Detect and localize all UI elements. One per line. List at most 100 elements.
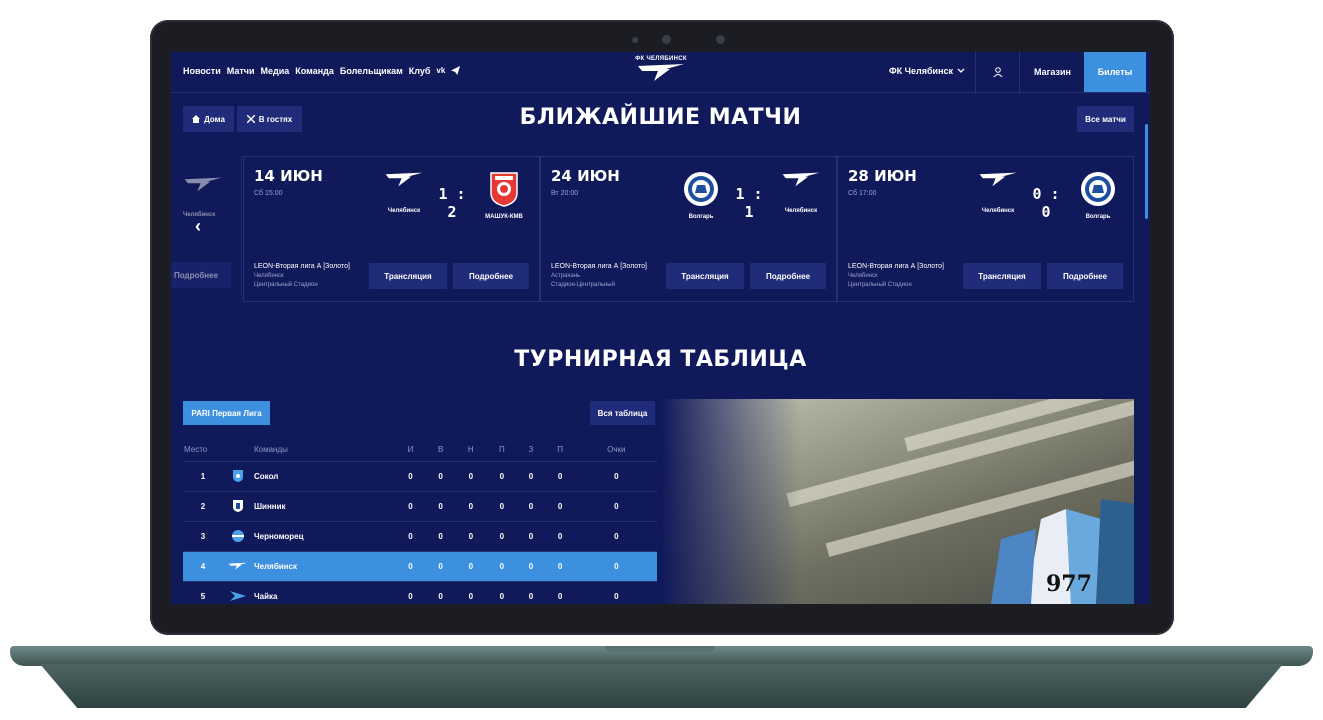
league-name: LEON-Вторая лига А [Золото]: [254, 263, 350, 270]
all-table-button[interactable]: Вся таблица: [590, 401, 655, 425]
user-button[interactable]: [975, 52, 1020, 92]
stat-cell: 0: [544, 551, 576, 582]
table-row[interactable]: 1 Сокол 0 0 0 0 0 0 0: [183, 461, 657, 492]
laptop-notch: [605, 646, 715, 652]
table-header-row: Место Команды И В Н П З П Очки: [183, 437, 657, 462]
stat-cell: 0: [575, 461, 657, 492]
col-conceded: П: [557, 444, 563, 454]
row-place: 1: [183, 461, 223, 492]
match-time: Сб 15:00: [254, 190, 283, 197]
scrollbar-thumb[interactable]: [1145, 124, 1148, 219]
club-select-label: ФК Челябинск: [889, 66, 954, 76]
camera-lens-icon: [662, 35, 671, 44]
mashuk-logo-icon: [490, 172, 518, 207]
stat-cell: 0: [517, 521, 545, 552]
nav-media[interactable]: Медиа: [261, 66, 290, 77]
chevron-down-icon: [957, 68, 965, 73]
stat-cell: 0: [455, 521, 487, 552]
club-select[interactable]: ФК Челябинск: [889, 66, 965, 76]
photo-fade: [661, 399, 801, 604]
team-b: Волгарь: [1063, 171, 1133, 220]
tickets-button[interactable]: Билеты: [1084, 52, 1146, 92]
nav-fans[interactable]: Болельщикам: [340, 66, 403, 77]
shop-button[interactable]: Магазин: [1019, 52, 1085, 92]
stat-cell: 0: [455, 461, 487, 492]
stat-cell: 0: [486, 551, 518, 582]
match-city: Астрахань: [551, 273, 581, 279]
match-stadium: Центральный Стадион: [848, 282, 912, 288]
nav-matches[interactable]: Матчи: [227, 66, 255, 77]
nav-club[interactable]: Клуб: [409, 66, 431, 77]
table-row-highlighted[interactable]: 4 Челябинск 0 0 0 0 0 0 0: [183, 551, 657, 582]
stat-cell: 0: [395, 461, 426, 492]
col-played: И: [407, 444, 414, 454]
table-row[interactable]: 3 Черноморец 0 0 0 0 0 0 0: [183, 521, 657, 552]
chernomorets-logo-icon: [223, 521, 253, 552]
col-drawn: Н: [467, 444, 474, 454]
site-header: Новости Матчи Медиа Команда Болельщикам …: [171, 52, 1150, 93]
match-time: Вт 20:00: [551, 190, 579, 197]
match-card[interactable]: 28 ИЮН Сб 17:00 Челябинск 0 : 0 Волгарь …: [837, 156, 1134, 302]
col-logo: [223, 437, 253, 462]
team-a: Волгарь: [671, 171, 731, 220]
match-date: 14 ИЮН: [254, 167, 323, 185]
team-a: Челябинск: [968, 171, 1028, 214]
camera-dot-icon: [632, 37, 638, 43]
row-place: 4: [183, 551, 223, 582]
team-a-name: Волгарь: [688, 214, 714, 220]
league-name: LEON-Вторая лига А [Золото]: [551, 263, 647, 270]
stat-cell: 0: [395, 521, 426, 552]
row-place: 2: [183, 491, 223, 522]
more-button[interactable]: Подробнее: [453, 263, 529, 289]
roof-beam: [786, 399, 1134, 508]
stat-cell: 0: [575, 581, 657, 604]
stat-cell: 0: [575, 491, 657, 522]
stat-cell: 0: [486, 581, 518, 604]
match-stadium: Центральный Стадион: [254, 282, 318, 288]
row-place: 3: [183, 521, 223, 552]
stat-cell: 0: [455, 581, 487, 604]
stat-cell: 0: [544, 581, 576, 604]
website-screen: Новости Матчи Медиа Команда Болельщикам …: [171, 52, 1150, 604]
broadcast-button[interactable]: Трансляция: [666, 263, 744, 289]
table-row[interactable]: 5 Чайка 0 0 0 0 0 0 0: [183, 581, 657, 604]
stat-cell: 0: [544, 521, 576, 552]
team-b-name: МАШУК-КМВ: [485, 214, 523, 220]
col-team: Команды: [254, 444, 288, 454]
nav-team[interactable]: Команда: [295, 66, 334, 77]
match-card[interactable]: 24 ИЮН Вт 20:00 Волгарь 1 : 1 Челябинск …: [540, 156, 837, 302]
more-button[interactable]: Подробнее: [1047, 263, 1123, 289]
club-logo[interactable]: ФК ЧЕЛЯБИНСК: [626, 56, 696, 87]
nav-news[interactable]: Новости: [183, 66, 221, 77]
team-b-name: Челябинск: [784, 208, 818, 214]
stat-cell: 0: [544, 491, 576, 522]
team-b: Челябинск: [766, 171, 836, 214]
volgar-logo-icon: [1081, 172, 1115, 206]
broadcast-button[interactable]: Трансляция: [963, 263, 1041, 289]
match-stadium: Стадион-Центральный: [551, 282, 615, 288]
team-b: МАШУК-КМВ: [469, 171, 539, 220]
team-a-name: Челябинск: [981, 208, 1015, 214]
row-team: Шинник: [253, 491, 395, 522]
logo-wing-icon: [638, 64, 684, 81]
more-button[interactable]: Подробнее: [750, 263, 826, 289]
row-team: Чайка: [253, 581, 395, 604]
col-points: Очки: [607, 444, 626, 454]
stat-cell: 0: [425, 581, 456, 604]
stat-cell: 0: [455, 551, 487, 582]
match-time: Сб 17:00: [848, 190, 877, 197]
match-city: Челябинск: [254, 273, 284, 279]
stat-cell: 0: [544, 461, 576, 492]
vk-icon[interactable]: vk: [436, 66, 445, 77]
user-icon: [993, 66, 1003, 77]
league-tab[interactable]: PARI Первая Лига: [183, 401, 270, 425]
stat-cell: 0: [517, 491, 545, 522]
chelyabinsk-logo-icon: [223, 551, 253, 582]
telegram-icon[interactable]: [451, 66, 461, 77]
fan-flags: 977: [991, 499, 1134, 604]
match-card[interactable]: 14 ИЮН Сб 15:00 Челябинск 1 : 2 МАШУК-КМ…: [243, 156, 540, 302]
all-matches-button[interactable]: Все матчи: [1077, 106, 1134, 132]
table-row[interactable]: 2 Шинник 0 0 0 0 0 0 0: [183, 491, 657, 522]
broadcast-button[interactable]: Трансляция: [369, 263, 447, 289]
stat-cell: 0: [425, 551, 456, 582]
